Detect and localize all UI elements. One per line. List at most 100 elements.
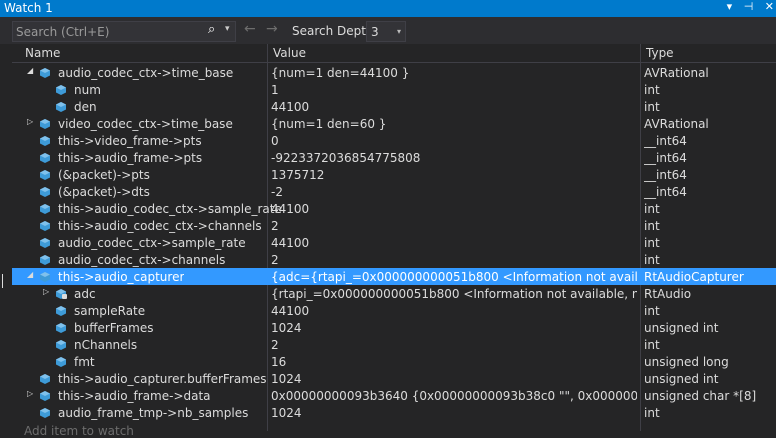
- watch-row-type: __int64: [644, 134, 687, 148]
- expand-icon[interactable]: ▷: [27, 117, 33, 126]
- column-header-value[interactable]: Value: [273, 46, 306, 60]
- watch-row-name[interactable]: num: [74, 83, 101, 97]
- watch-row-name[interactable]: audio_codec_ctx->time_base: [58, 66, 233, 80]
- column-header-type[interactable]: Type: [646, 46, 674, 60]
- watch-row[interactable]: ◢ audio_codec_ctx->time_base {num=1 den=44…: [12, 64, 776, 81]
- window-dropdown-icon[interactable]: ▾: [727, 0, 733, 13]
- watch-row-name[interactable]: this->audio_capturer.bufferFrames: [58, 372, 267, 386]
- watch-row-value[interactable]: 16: [271, 355, 637, 369]
- watch-row-name[interactable]: (&packet)->pts: [58, 168, 150, 182]
- watch-row-value[interactable]: 2: [271, 338, 637, 352]
- watch-row[interactable]: fmt 16 unsigned long: [12, 353, 776, 370]
- column-header-name[interactable]: Name: [25, 46, 60, 60]
- watch-row-name[interactable]: audio_frame_tmp->nb_samples: [58, 406, 248, 420]
- forward-arrow-icon[interactable]: →: [266, 21, 278, 37]
- window-buttons: ▾ ⊣ ✕: [719, 0, 774, 13]
- watch-row[interactable]: (&packet)->pts 1375712 __int64: [12, 166, 776, 183]
- watch-row[interactable]: this->audio_codec_ctx->channels 2 int: [12, 217, 776, 234]
- watch-row-name[interactable]: (&packet)->dts: [58, 185, 150, 199]
- watch-row-value[interactable]: 1: [271, 83, 637, 97]
- watch-row-name[interactable]: this->audio_codec_ctx->sample_rate: [58, 202, 282, 216]
- object-icon: [40, 255, 50, 265]
- chevron-down-icon: ▾: [396, 27, 401, 36]
- watch-row-type: int: [644, 100, 660, 114]
- watch-row[interactable]: this->audio_frame->pts -92233720368547758…: [12, 149, 776, 166]
- watch-row-value[interactable]: -2: [271, 185, 637, 199]
- search-icon[interactable]: ⌕: [208, 22, 215, 37]
- watch-row-value[interactable]: {num=1 den=44100 }: [271, 66, 637, 80]
- watch-row-name[interactable]: this->audio_frame->data: [58, 389, 211, 403]
- watch-row-name[interactable]: nChannels: [74, 338, 137, 352]
- watch-row[interactable]: audio_frame_tmp->nb_samples 1024 int: [12, 404, 776, 421]
- watch-row-name[interactable]: den: [74, 100, 97, 114]
- field-icon: [56, 85, 66, 95]
- watch-row-name[interactable]: adc: [74, 287, 96, 301]
- lock-icon: [62, 294, 67, 299]
- watch-row[interactable]: num 1 int: [12, 81, 776, 98]
- watch-row[interactable]: (&packet)->dts -2 __int64: [12, 183, 776, 200]
- watch-row-value[interactable]: 44100: [271, 202, 637, 216]
- watch-row[interactable]: ▷ this->audio_frame->data 0x00000000093b36…: [12, 387, 776, 404]
- watch-row[interactable]: audio_codec_ctx->sample_rate 44100 int: [12, 234, 776, 251]
- watch-row-value[interactable]: 1024: [271, 321, 637, 335]
- search-input[interactable]: [16, 22, 201, 41]
- watch-row-value[interactable]: 1024: [271, 372, 637, 386]
- watch-row-type: AVRational: [644, 66, 709, 80]
- watch-row-name[interactable]: fmt: [74, 355, 95, 369]
- watch-row-value[interactable]: 44100: [271, 304, 637, 318]
- watch-row-name[interactable]: video_codec_ctx->time_base: [58, 117, 233, 131]
- watch-row-value[interactable]: {num=1 den=60 }: [271, 117, 637, 131]
- watch-row-name[interactable]: audio_codec_ctx->channels: [58, 253, 225, 267]
- watch-row-type: unsigned char *[8]: [644, 389, 757, 403]
- watch-row[interactable]: ▷ video_codec_ctx->time_base {num=1 den=60…: [12, 115, 776, 132]
- watch-row-value[interactable]: -9223372036854775808: [271, 151, 637, 165]
- watch-row-value[interactable]: 44100: [271, 236, 637, 250]
- watch-row[interactable]: this->audio_capturer.bufferFrames 1024 uns…: [12, 370, 776, 387]
- add-item-placeholder[interactable]: Add item to watch: [24, 424, 134, 438]
- back-arrow-icon[interactable]: ←: [244, 21, 256, 37]
- watch-row-type: AVRational: [644, 117, 709, 131]
- watch-row[interactable]: bufferFrames 1024 unsigned int: [12, 319, 776, 336]
- watch-row[interactable]: nChannels 2 int: [12, 336, 776, 353]
- search-options-dropdown-icon[interactable]: ▾: [225, 24, 230, 34]
- watch-row-name[interactable]: sampleRate: [74, 304, 145, 318]
- expand-icon[interactable]: ▷: [43, 287, 49, 296]
- pin-icon[interactable]: ⊣: [744, 0, 754, 13]
- search-box[interactable]: ⌕ ▾: [12, 21, 236, 42]
- window-title: Watch 1: [4, 1, 53, 15]
- object-icon: [40, 238, 50, 248]
- watch-row-name[interactable]: audio_codec_ctx->sample_rate: [58, 236, 246, 250]
- watch-row-name[interactable]: this->audio_codec_ctx->channels: [58, 219, 262, 233]
- watch-row[interactable]: audio_codec_ctx->channels 2 int: [12, 251, 776, 268]
- expand-icon[interactable]: ▷: [27, 389, 33, 398]
- watch-row[interactable]: this->video_frame->pts 0 __int64: [12, 132, 776, 149]
- watch-row-value[interactable]: 1375712: [271, 168, 637, 182]
- close-icon[interactable]: ✕: [765, 0, 774, 13]
- watch-row-name[interactable]: this->audio_frame->pts: [58, 151, 202, 165]
- collapse-icon[interactable]: ◢: [27, 270, 33, 279]
- watch-row-value[interactable]: {rtapi_=0x000000000051b800 <Information …: [271, 287, 637, 301]
- watch-row[interactable]: this->audio_codec_ctx->sample_rate 44100 i…: [12, 200, 776, 217]
- watch-row-type: int: [644, 219, 660, 233]
- watch-row-value[interactable]: 44100: [271, 100, 637, 114]
- search-depth-select[interactable]: 3 ▾: [366, 21, 406, 42]
- watch-window-titlebar[interactable]: Watch 1 ▾ ⊣ ✕: [0, 0, 776, 17]
- search-depth-label: Search Depth:: [292, 24, 378, 38]
- watch-row-value[interactable]: 1024: [271, 406, 637, 420]
- watch-row-name[interactable]: this->video_frame->pts: [58, 134, 202, 148]
- watch-row-value[interactable]: 2: [271, 219, 637, 233]
- object-icon: [40, 204, 50, 214]
- watch-row-value[interactable]: {adc={rtapi_=0x000000000051b800 <Informa…: [271, 270, 637, 284]
- watch-row-type: __int64: [644, 151, 687, 165]
- watch-row-name[interactable]: bufferFrames: [74, 321, 153, 335]
- watch-row[interactable]: sampleRate 44100 int: [12, 302, 776, 319]
- watch-row-value[interactable]: 2: [271, 253, 637, 267]
- watch-row[interactable]: ▷ adc {rtapi_=0x000000000051b800 <Informat…: [12, 285, 776, 302]
- watch-row[interactable]: den 44100 int: [12, 98, 776, 115]
- watch-row[interactable]: ◢ this->audio_capturer {adc={rtapi_=0x0000…: [12, 268, 776, 285]
- watch-row-value[interactable]: 0x00000000093b3640 {0x00000000093b38c0 "…: [271, 389, 637, 403]
- watch-row-value[interactable]: 0: [271, 134, 637, 148]
- watch-row-name[interactable]: this->audio_capturer: [58, 270, 184, 284]
- field-icon: [56, 102, 66, 112]
- collapse-icon[interactable]: ◢: [27, 66, 33, 75]
